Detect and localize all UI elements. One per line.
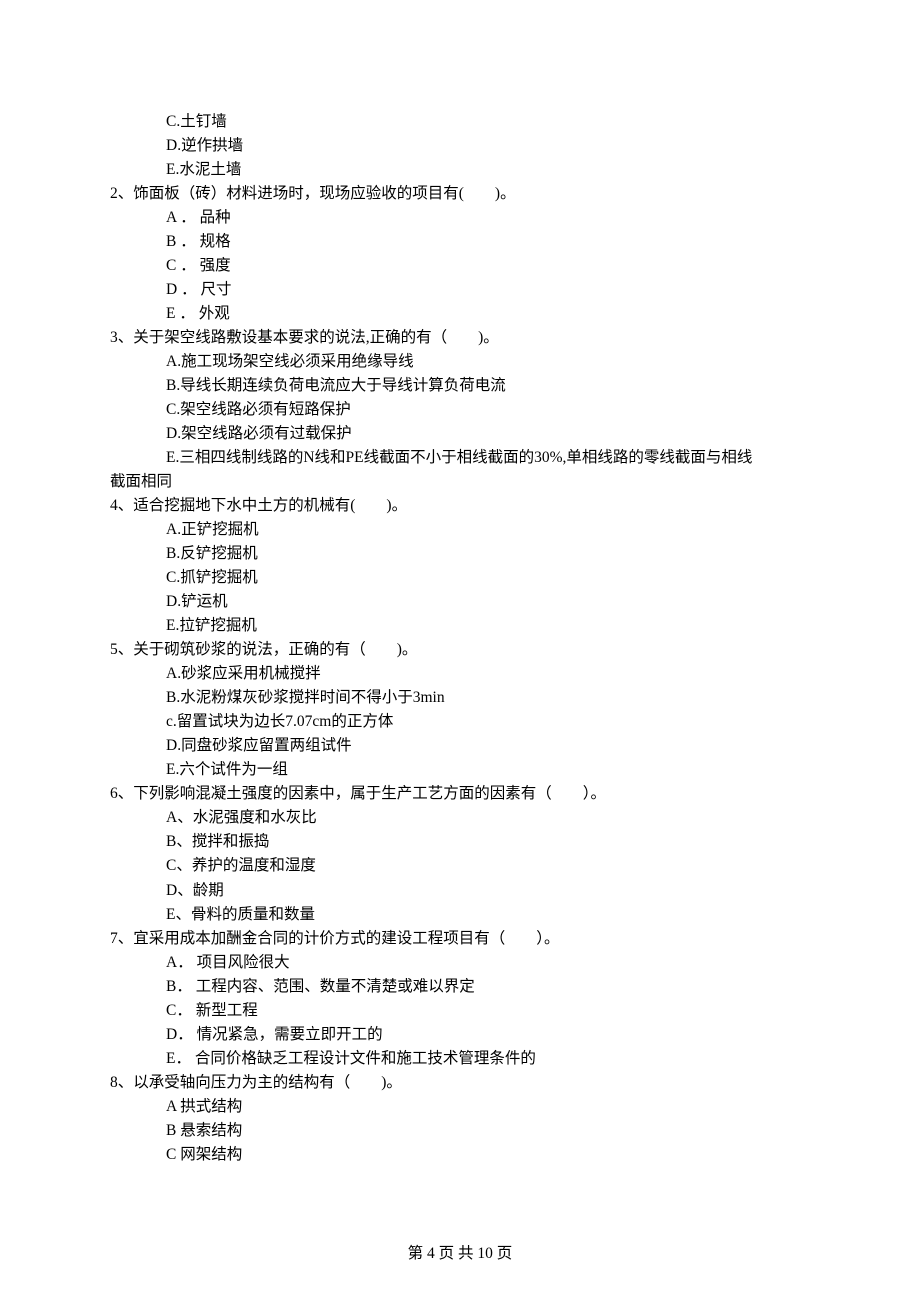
option-line: C 网架结构 [110, 1143, 810, 1167]
page-footer: 第 4 页 共 10 页 [0, 1242, 920, 1266]
option-line: B、搅拌和振捣 [110, 830, 810, 854]
option-line: C． 新型工程 [110, 999, 810, 1023]
option-line: C.抓铲挖掘机 [110, 566, 810, 590]
option-line: D.同盘砂浆应留置两组试件 [110, 734, 810, 758]
option-line: A.砂浆应采用机械搅拌 [110, 662, 810, 686]
option-line: A． 项目风险很大 [110, 951, 810, 975]
option-line: c.留置试块为边长7.07cm的正方体 [110, 710, 810, 734]
option-line: B 悬索结构 [110, 1119, 810, 1143]
option-line: C.土钉墙 [110, 110, 810, 134]
option-line: C、养护的温度和湿度 [110, 854, 810, 878]
option-line: A.施工现场架空线必须采用绝缘导线 [110, 350, 810, 374]
question-stem: 5、关于砌筑砂浆的说法，正确的有（ )。 [110, 638, 810, 662]
option-line: D ． 尺寸 [110, 278, 810, 302]
option-line: D.逆作拱墙 [110, 134, 810, 158]
question-stem: 4、适合挖掘地下水中土方的机械有( )。 [110, 494, 810, 518]
option-line: A、水泥强度和水灰比 [110, 806, 810, 830]
option-line: E.水泥土墙 [110, 158, 810, 182]
option-line: D． 情况紧急，需要立即开工的 [110, 1023, 810, 1047]
option-line: E.三相四线制线路的N线和PE线截面不小于相线截面的30%,单相线路的零线截面与… [110, 446, 810, 470]
option-line: A.正铲挖掘机 [110, 518, 810, 542]
question-stem: 3、关于架空线路敷设基本要求的说法,正确的有（ )。 [110, 326, 810, 350]
question-stem: 2、饰面板（砖）材料进场时，现场应验收的项目有( )。 [110, 182, 810, 206]
option-line: A ． 品种 [110, 206, 810, 230]
page: C.土钉墙 D.逆作拱墙 E.水泥土墙 2、饰面板（砖）材料进场时，现场应验收的… [0, 0, 920, 1302]
option-line: A 拱式结构 [110, 1095, 810, 1119]
option-line: B ． 规格 [110, 230, 810, 254]
option-line: B． 工程内容、范围、数量不清楚或难以界定 [110, 975, 810, 999]
option-line: D、龄期 [110, 879, 810, 903]
option-line: D.架空线路必须有过载保护 [110, 422, 810, 446]
option-line: B.导线长期连续负荷电流应大于导线计算负荷电流 [110, 374, 810, 398]
option-line: D.铲运机 [110, 590, 810, 614]
option-line: E ． 外观 [110, 302, 810, 326]
question-stem: 6、下列影响混凝土强度的因素中，属于生产工艺方面的因素有（ ）。 [110, 782, 810, 806]
option-line: B.反铲挖掘机 [110, 542, 810, 566]
question-stem: 7、宜采用成本加酬金合同的计价方式的建设工程项目有（ ）。 [110, 927, 810, 951]
option-line: E.六个试件为一组 [110, 758, 810, 782]
option-line: C.架空线路必须有短路保护 [110, 398, 810, 422]
option-line: C ． 强度 [110, 254, 810, 278]
option-line-wrap: 截面相同 [110, 470, 810, 494]
option-line: E.拉铲挖掘机 [110, 614, 810, 638]
option-line: E、骨料的质量和数量 [110, 903, 810, 927]
question-stem: 8、以承受轴向压力为主的结构有（ )。 [110, 1071, 810, 1095]
option-line: E． 合同价格缺乏工程设计文件和施工技术管理条件的 [110, 1047, 810, 1071]
option-line: B.水泥粉煤灰砂浆搅拌时间不得小于3min [110, 686, 810, 710]
